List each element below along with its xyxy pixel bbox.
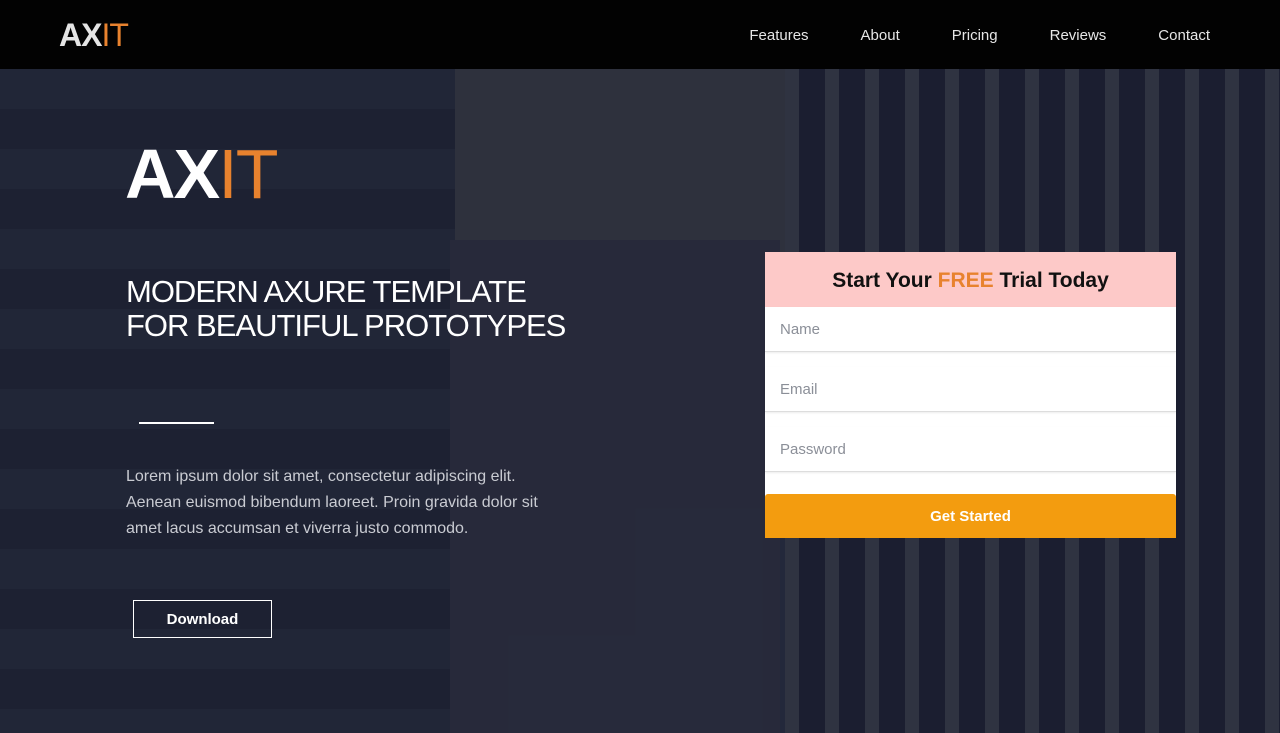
hero-logo: AXIT [125,134,278,214]
email-input[interactable] [765,367,1176,412]
hero-paragraph: Lorem ipsum dolor sit amet, consectetur … [126,468,538,537]
signup-form: Start Your FREE Trial Today Get Started [765,252,1176,538]
password-input[interactable] [765,427,1176,472]
nav-pricing[interactable]: Pricing [952,27,998,44]
title-highlight: FREE [937,269,994,292]
nav-features[interactable]: Features [749,27,808,44]
name-input[interactable] [765,307,1176,352]
nav-reviews[interactable]: Reviews [1050,27,1107,44]
navbar: AXIT Features About Pricing Reviews Cont… [0,0,1280,69]
title-post: Trial Today [993,269,1109,292]
logo-accent: IT [218,135,278,213]
title-pre: Start Your [832,269,938,292]
nav-links: Features About Pricing Reviews Contact [749,27,1210,44]
get-started-button[interactable]: Get Started [765,494,1176,538]
logo-text: AX [125,135,220,213]
download-button[interactable]: Download [133,600,272,638]
divider [139,422,214,424]
hero-headline: MODERN AXURE TEMPLATE FOR BEAUTIFUL PROT… [126,274,566,343]
logo-text: AX [59,17,102,53]
nav-logo[interactable]: AXIT [59,17,129,54]
form-title: Start Your FREE Trial Today [765,252,1176,307]
nav-contact[interactable]: Contact [1158,27,1210,44]
nav-about[interactable]: About [861,27,900,44]
logo-accent: IT [101,17,128,53]
